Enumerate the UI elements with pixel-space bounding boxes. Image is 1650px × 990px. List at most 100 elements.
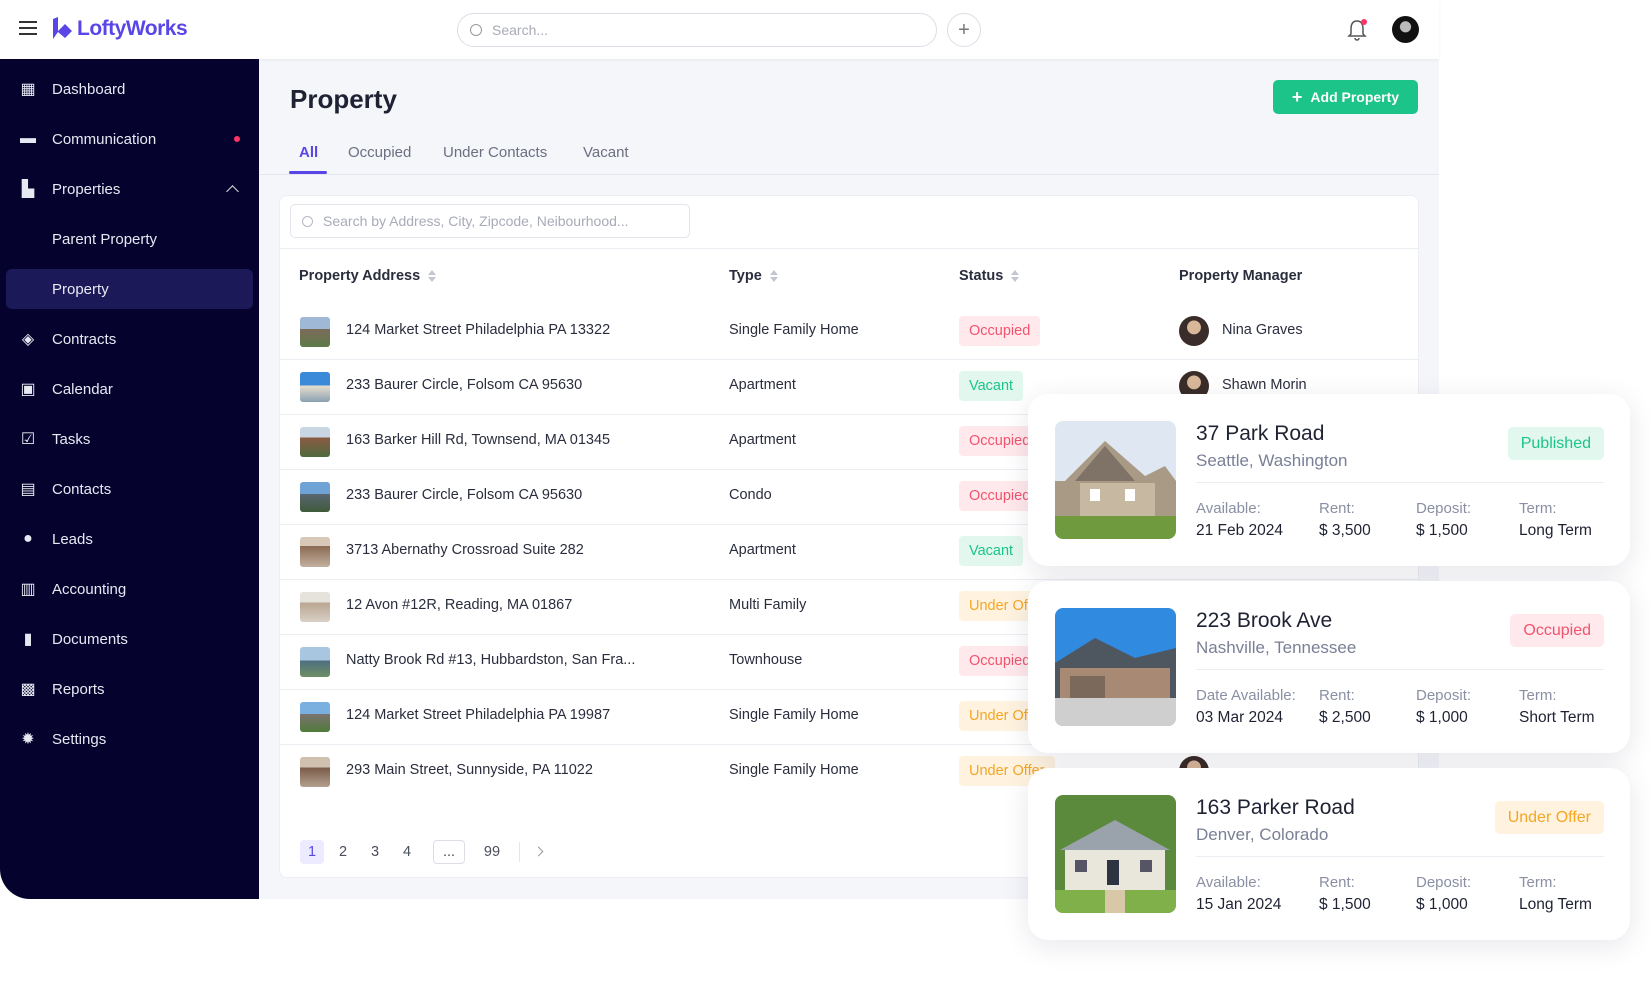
sidebar-item-communication[interactable]: ▬ Communication (0, 119, 259, 159)
property-thumbnail (300, 537, 330, 567)
sidebar-item-property[interactable]: Property (6, 269, 253, 309)
sidebar-item-label: Settings (52, 730, 107, 748)
active-tab-indicator (289, 171, 327, 174)
property-type: Multi Family (729, 597, 807, 613)
property-address[interactable]: 3713 Abernathy Crossroad Suite 282 (346, 542, 584, 558)
menu-icon[interactable] (19, 21, 37, 35)
sort-icon[interactable] (428, 270, 437, 282)
property-address[interactable]: 163 Barker Hill Rd, Townsend, MA 01345 (346, 432, 610, 448)
sidebar-item-label: Reports (52, 680, 105, 698)
field-label: Deposit: (1416, 687, 1472, 704)
sidebar-item-label: Parent Property (52, 230, 158, 248)
field-label: Deposit: (1416, 874, 1472, 891)
column-header-address[interactable]: Property Address (299, 268, 437, 284)
sidebar-item-label: Accounting (52, 580, 127, 598)
sidebar-item-label: Property (52, 280, 109, 298)
property-card[interactable]: 37 Park Road Seattle, Washington Published… (1028, 394, 1630, 566)
sidebar-item-tasks[interactable]: ☑ Tasks (0, 419, 259, 459)
sidebar-item-settings[interactable]: ✹ Settings (0, 719, 259, 759)
page-ellipsis[interactable]: ... (433, 840, 465, 864)
chevron-up-icon[interactable] (226, 185, 239, 198)
property-type: Condo (729, 487, 772, 503)
property-address[interactable]: 233 Baurer Circle, Folsom CA 95630 (346, 487, 582, 503)
add-icon-button[interactable]: + (947, 13, 981, 47)
property-type: Single Family Home (729, 322, 859, 338)
field-label: Rent: (1319, 500, 1355, 517)
sidebar-item-properties[interactable]: ▙ Properties (0, 169, 259, 209)
divider (280, 248, 1418, 249)
card-divider (1196, 482, 1604, 483)
property-address[interactable]: 124 Market Street Philadelphia PA 19987 (346, 707, 610, 723)
property-search-input[interactable]: Search by Address, City, Zipcode, Neibou… (290, 204, 690, 238)
field-label: Deposit: (1416, 500, 1472, 517)
sidebar-item-calendar[interactable]: ▣ Calendar (0, 369, 259, 409)
property-address[interactable]: Natty Brook Rd #13, Hubbardston, San Fra… (346, 652, 635, 668)
user-avatar[interactable] (1392, 16, 1419, 43)
property-address[interactable]: 293 Main Street, Sunnyside, PA 11022 (346, 762, 593, 778)
property-address[interactable]: 124 Market Street Philadelphia PA 13322 (346, 322, 610, 338)
sidebar-item-label: Dashboard (52, 80, 126, 98)
manager-name: Nina Graves (1222, 322, 1303, 338)
global-search-input[interactable]: Search... (457, 13, 937, 47)
plus-icon: + (1291, 86, 1303, 107)
property-address[interactable]: 12 Avon #12R, Reading, MA 01867 (346, 597, 572, 613)
tab-vacant[interactable]: Vacant (583, 144, 629, 161)
property-type: Single Family Home (729, 707, 859, 723)
table-row[interactable]: 124 Market Street Philadelphia PA 13322 S… (280, 304, 1418, 359)
field-value: $ 1,500 (1319, 896, 1371, 913)
sidebar-item-documents[interactable]: ▮ Documents (0, 619, 259, 659)
property-type: Single Family Home (729, 762, 859, 778)
page-1[interactable]: 1 (300, 840, 324, 864)
search-icon (470, 24, 482, 36)
property-card[interactable]: 163 Parker Road Denver, Colorado Under Off… (1028, 768, 1630, 940)
status-badge: Vacant (959, 371, 1024, 401)
bell-icon[interactable] (1346, 18, 1368, 42)
sidebar-item-contacts[interactable]: ▤ Contacts (0, 469, 259, 509)
field-value: $ 1,500 (1416, 522, 1468, 539)
sidebar-item-accounting[interactable]: ▥ Accounting (0, 569, 259, 609)
tab-all[interactable]: All (299, 144, 318, 161)
property-thumbnail (300, 702, 330, 732)
page-99[interactable]: 99 (480, 840, 504, 864)
status-badge: Occupied (1510, 614, 1604, 647)
sidebar-item-reports[interactable]: ▩ Reports (0, 669, 259, 709)
property-thumbnail (300, 757, 330, 787)
status-badge: Vacant (959, 536, 1024, 566)
field-value: Long Term (1519, 522, 1592, 539)
page-2[interactable]: 2 (331, 840, 355, 864)
tab-under-contacts[interactable]: Under Contacts (443, 144, 547, 161)
property-thumbnail (300, 592, 330, 622)
brand-name[interactable]: LoftyWorks (77, 17, 188, 41)
field-value: $ 2,500 (1319, 709, 1371, 726)
sidebar-item-dashboard[interactable]: ▦ Dashboard (0, 69, 259, 109)
search-icon (302, 216, 313, 227)
sidebar-item-contracts[interactable]: ◈ Contracts (0, 319, 259, 359)
document-icon: ▮ (23, 631, 33, 648)
field-label: Rent: (1319, 874, 1355, 891)
card-location: Nashville, Tennessee (1196, 638, 1357, 657)
tab-occupied[interactable]: Occupied (348, 144, 411, 161)
sidebar-item-label: Properties (52, 180, 121, 198)
sort-icon[interactable] (769, 270, 778, 282)
page-title: Property (290, 84, 397, 114)
property-photo (1055, 608, 1176, 726)
tab-divider (259, 174, 1439, 175)
pager-divider (519, 842, 520, 862)
status-badge: Under Offer (1494, 801, 1604, 834)
property-card[interactable]: 223 Brook Ave Nashville, Tennessee Occupie… (1028, 581, 1630, 753)
property-address[interactable]: 233 Baurer Circle, Folsom CA 95630 (346, 377, 582, 393)
page-4[interactable]: 4 (395, 840, 419, 864)
add-property-button[interactable]: + Add Property (1273, 80, 1418, 114)
card-title: 37 Park Road (1196, 422, 1325, 445)
field-value: 03 Mar 2024 (1196, 709, 1284, 726)
page-3[interactable]: 3 (363, 840, 387, 864)
sort-icon[interactable] (1011, 270, 1020, 282)
field-value: 21 Feb 2024 (1196, 522, 1284, 539)
column-header-manager: Property Manager (1179, 268, 1303, 284)
column-header-type[interactable]: Type (729, 268, 778, 284)
column-header-status[interactable]: Status (959, 268, 1020, 284)
field-value: Short Term (1519, 709, 1595, 726)
sidebar-item-parent-property[interactable]: Parent Property (0, 219, 259, 259)
sidebar-item-leads[interactable]: ● Leads (0, 519, 259, 559)
field-label: Date Available: (1196, 687, 1296, 704)
